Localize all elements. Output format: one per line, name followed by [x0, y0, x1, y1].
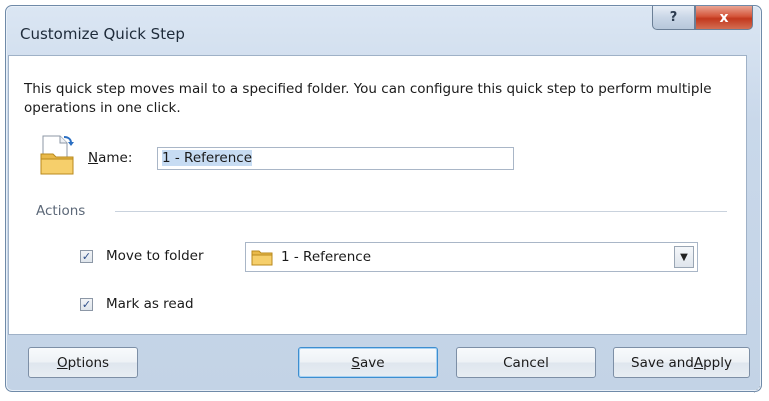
move-to-folder-checkbox[interactable]: ✓ — [80, 250, 93, 263]
name-label: Name: — [88, 150, 133, 166]
save-button[interactable]: Save — [298, 347, 438, 378]
folder-move-icon — [40, 135, 74, 175]
dropdown-arrow-icon[interactable]: ▼ — [674, 246, 694, 268]
actions-section-label: Actions — [36, 203, 86, 219]
folder-select[interactable]: 1 - Reference ▼ — [245, 242, 698, 272]
cancel-button[interactable]: Cancel — [456, 347, 596, 378]
help-icon: ? — [669, 10, 678, 25]
help-button[interactable]: ? — [652, 6, 695, 30]
name-input[interactable]: 1 - Reference — [157, 147, 514, 170]
folder-icon — [251, 250, 273, 266]
actions-divider — [115, 211, 727, 212]
options-button[interactable]: Options — [28, 347, 138, 378]
save-and-apply-button[interactable]: Save and Apply — [613, 347, 750, 378]
dialog-title: Customize Quick Step — [20, 25, 185, 43]
resize-grip-icon[interactable]: ⋰ — [753, 385, 763, 395]
description-text: This quick step moves mail to a specifie… — [24, 81, 712, 116]
close-icon: x — [719, 9, 729, 26]
mark-as-read-label[interactable]: Mark as read — [106, 296, 194, 312]
folder-select-value: 1 - Reference — [281, 249, 372, 265]
close-button[interactable]: x — [695, 6, 753, 30]
move-to-folder-label[interactable]: Move to folder — [106, 248, 204, 264]
mark-as-read-checkbox[interactable]: ✓ — [80, 298, 93, 311]
name-input-value: 1 - Reference — [162, 150, 253, 166]
